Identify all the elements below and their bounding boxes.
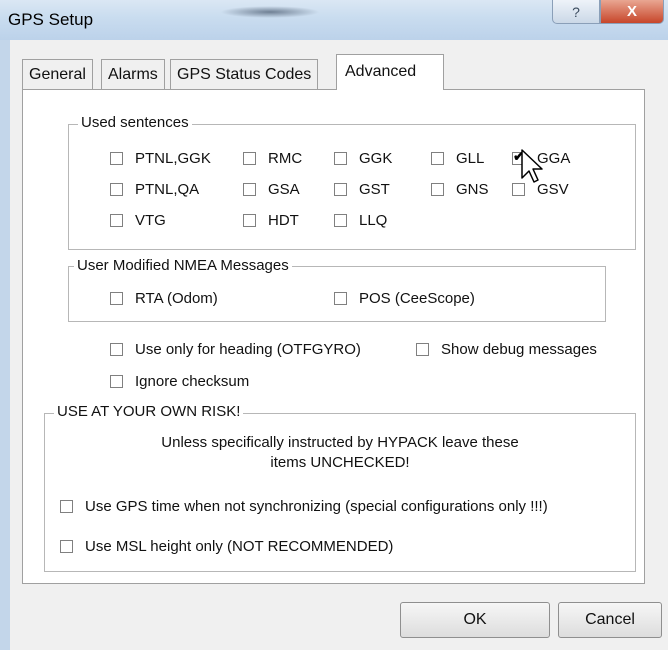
checkbox-ptnl-qa[interactable]: PTNL,QA bbox=[110, 181, 199, 198]
help-icon: ? bbox=[572, 3, 580, 20]
checkbox-box bbox=[416, 343, 429, 356]
tab-alarms-label: Alarms bbox=[108, 66, 158, 83]
checkbox-hdt[interactable]: HDT bbox=[243, 212, 299, 229]
checkbox-box bbox=[110, 183, 123, 196]
checkbox-label: Ignore checksum bbox=[135, 373, 250, 390]
close-icon: X bbox=[626, 3, 637, 20]
checkbox-box bbox=[110, 343, 123, 356]
checkbox-label: PTNL,GGK bbox=[135, 150, 211, 167]
title-bar: GPS Setup ? X bbox=[0, 0, 668, 40]
checkbox-label: Use only for heading (OTFGYRO) bbox=[135, 341, 361, 358]
checkbox-label: HDT bbox=[268, 212, 299, 229]
risk-group-label: USE AT YOUR OWN RISK! bbox=[54, 403, 244, 420]
checkbox-debug-messages[interactable]: Show debug messages bbox=[416, 341, 597, 358]
checkbox-gns[interactable]: GNS bbox=[431, 181, 489, 198]
checkbox-ignore-checksum[interactable]: Ignore checksum bbox=[110, 373, 249, 390]
mouse-pointer-icon bbox=[521, 149, 543, 183]
checkbox-pos-ceescope[interactable]: POS (CeeScope) bbox=[334, 290, 475, 307]
checkbox-label: GST bbox=[359, 181, 390, 198]
checkbox-box bbox=[60, 500, 73, 513]
checkbox-ggk[interactable]: GGK bbox=[334, 150, 392, 167]
used-sentences-label: Used sentences bbox=[78, 114, 192, 131]
checkbox-label: Show debug messages bbox=[441, 341, 597, 358]
checkbox-label: VTG bbox=[135, 212, 166, 229]
tab-general-label: General bbox=[29, 66, 86, 83]
tab-gps-status-codes[interactable]: GPS Status Codes bbox=[170, 59, 319, 89]
risk-warning-line1: Unless specifically instructed by HYPACK… bbox=[161, 434, 519, 451]
close-button[interactable]: X bbox=[600, 0, 664, 24]
checkbox-box bbox=[334, 152, 347, 165]
checkbox-label: GLL bbox=[456, 150, 485, 167]
checkbox-label: Use GPS time when not synchronizing (spe… bbox=[85, 498, 548, 515]
checkbox-box bbox=[243, 214, 256, 227]
checkbox-box bbox=[431, 183, 444, 196]
checkbox-box bbox=[110, 214, 123, 227]
checkbox-gps-time[interactable]: Use GPS time when not synchronizing (spe… bbox=[60, 498, 548, 515]
checkbox-msl-height[interactable]: Use MSL height only (NOT RECOMMENDED) bbox=[60, 538, 393, 555]
checkbox-label: GSA bbox=[268, 181, 300, 198]
checkbox-label: GNS bbox=[456, 181, 489, 198]
checkbox-label: POS (CeeScope) bbox=[359, 290, 475, 307]
checkbox-box bbox=[334, 183, 347, 196]
risk-warning: Unless specifically instructed by HYPACK… bbox=[44, 433, 636, 473]
checkbox-box bbox=[110, 375, 123, 388]
checkbox-label: Use MSL height only (NOT RECOMMENDED) bbox=[85, 538, 394, 555]
checkbox-ptnl-ggk[interactable]: PTNL,GGK bbox=[110, 150, 211, 167]
checkbox-box bbox=[110, 152, 123, 165]
checkbox-box bbox=[334, 292, 347, 305]
checkbox-box bbox=[243, 152, 256, 165]
checkbox-rta-odom[interactable]: RTA (Odom) bbox=[110, 290, 218, 307]
checkbox-vtg[interactable]: VTG bbox=[110, 212, 166, 229]
checkbox-box bbox=[243, 183, 256, 196]
risk-warning-line2: items UNCHECKED! bbox=[270, 454, 410, 471]
window-title: GPS Setup bbox=[8, 10, 94, 29]
tab-advanced-label: Advanced bbox=[345, 63, 417, 80]
checkbox-llq[interactable]: LLQ bbox=[334, 212, 387, 229]
checkbox-rmc[interactable]: RMC bbox=[243, 150, 302, 167]
tab-advanced[interactable]: Advanced bbox=[336, 54, 444, 90]
ok-button[interactable]: OK bbox=[400, 602, 550, 638]
checkbox-gsa[interactable]: GSA bbox=[243, 181, 300, 198]
tab-gps-status-codes-label: GPS Status Codes bbox=[177, 66, 312, 83]
tab-general[interactable]: General bbox=[22, 59, 93, 89]
cancel-button[interactable]: Cancel bbox=[558, 602, 662, 638]
checkbox-box bbox=[431, 152, 444, 165]
checkbox-label: PTNL,QA bbox=[135, 181, 200, 198]
user-modified-nmea-label: User Modified NMEA Messages bbox=[74, 257, 292, 274]
checkbox-label: LLQ bbox=[359, 212, 388, 229]
checkbox-gll[interactable]: GLL bbox=[431, 150, 484, 167]
help-button[interactable]: ? bbox=[552, 0, 600, 24]
checkbox-label: RTA (Odom) bbox=[135, 290, 218, 307]
checkbox-gst[interactable]: GST bbox=[334, 181, 390, 198]
checkbox-box bbox=[60, 540, 73, 553]
checkbox-box bbox=[110, 292, 123, 305]
ok-button-label: OK bbox=[463, 611, 487, 628]
title-bar-blur bbox=[220, 6, 320, 18]
cancel-button-label: Cancel bbox=[585, 611, 635, 628]
tab-alarms[interactable]: Alarms bbox=[101, 59, 165, 89]
window-frame-left bbox=[0, 40, 10, 650]
checkbox-label: RMC bbox=[268, 150, 303, 167]
checkbox-label: GGK bbox=[359, 150, 393, 167]
checkbox-heading-only[interactable]: Use only for heading (OTFGYRO) bbox=[110, 341, 361, 358]
checkbox-box bbox=[334, 214, 347, 227]
